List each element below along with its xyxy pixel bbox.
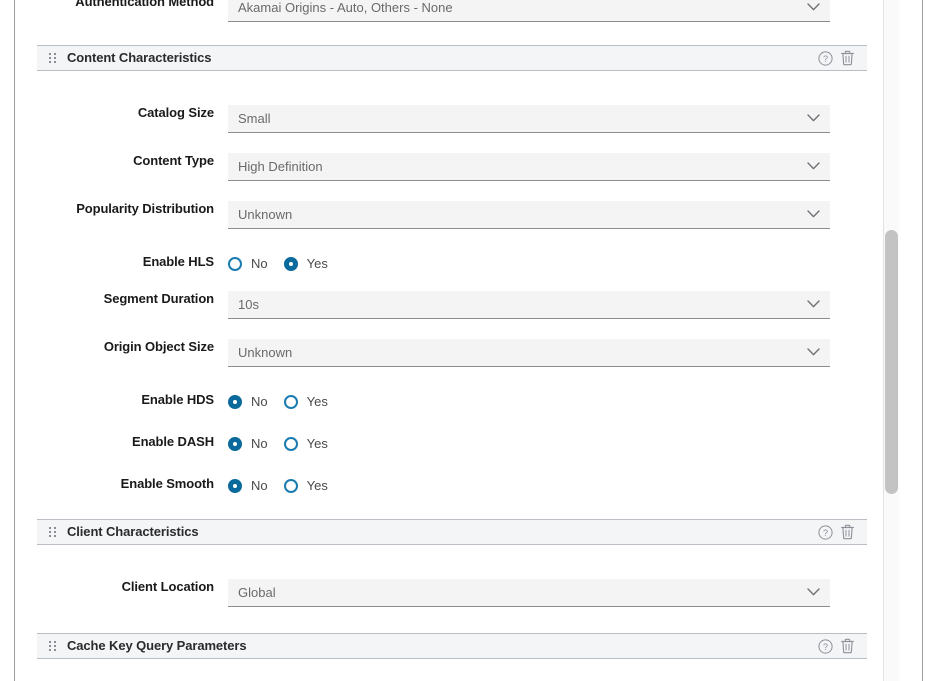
drag-handle-icon[interactable] xyxy=(49,52,57,64)
select-segment-duration[interactable]: 10s xyxy=(228,291,830,319)
chevron-down-icon xyxy=(807,210,820,218)
field-row: Popularity Distribution Unknown xyxy=(15,201,830,229)
field-label: Enable HDS xyxy=(141,392,214,407)
chevron-down-icon xyxy=(807,300,820,308)
radio-button-icon[interactable] xyxy=(283,257,298,271)
field-label: Enable DASH xyxy=(132,434,214,449)
help-circle-icon[interactable]: ? xyxy=(814,47,836,69)
select-catalog-size[interactable]: Small xyxy=(228,105,830,133)
field-label: Client Location xyxy=(121,579,214,594)
radio-group-enable-smooth: No Yes xyxy=(228,477,344,495)
radio-button-icon[interactable] xyxy=(283,479,298,493)
svg-text:?: ? xyxy=(822,528,827,538)
select-value: Akamai Origins - Auto, Others - None xyxy=(238,0,453,15)
radio-button-icon[interactable] xyxy=(228,257,242,271)
radio-option-label: No xyxy=(251,394,268,409)
svg-text:?: ? xyxy=(822,54,827,64)
chevron-down-icon xyxy=(807,114,820,122)
radio-option-no[interactable]: No xyxy=(228,436,268,452)
radio-option-label: Yes xyxy=(306,394,328,409)
drag-handle-icon[interactable] xyxy=(49,640,57,652)
select-value: Unknown xyxy=(238,207,293,222)
settings-form-page: Authentication Method Akamai Origins - Au… xyxy=(0,0,941,681)
section-title: Client Characteristics xyxy=(67,524,199,539)
radio-button-icon[interactable] xyxy=(283,437,298,451)
radio-option-yes[interactable]: Yes xyxy=(283,394,328,410)
section-title: Content Characteristics xyxy=(67,50,212,65)
select-client-location[interactable]: Global xyxy=(228,579,830,607)
field-label: Content Type xyxy=(133,153,214,168)
field-label: Enable HLS xyxy=(142,254,214,269)
field-label: Origin Object Size xyxy=(103,339,214,354)
chevron-down-icon xyxy=(807,588,820,596)
field-label: Segment Duration xyxy=(103,291,214,306)
select-value: High Definition xyxy=(238,159,323,174)
radio-button-icon[interactable] xyxy=(228,437,242,451)
select-content-type[interactable]: High Definition xyxy=(228,153,830,181)
radio-option-yes[interactable]: Yes xyxy=(283,256,328,272)
radio-option-label: No xyxy=(251,256,268,271)
section-actions: ? xyxy=(814,635,858,657)
radio-group-enable-hls: No Yes xyxy=(228,255,344,273)
radio-button-icon[interactable] xyxy=(228,479,242,493)
radio-option-yes[interactable]: Yes xyxy=(283,478,328,494)
form-scroll-viewport[interactable]: Authentication Method Akamai Origins - Au… xyxy=(15,0,882,681)
section-header-content-characteristics[interactable]: Content Characteristics? xyxy=(37,45,867,71)
radio-option-label: Yes xyxy=(306,478,328,493)
field-row: Segment Duration 10s xyxy=(15,291,830,319)
radio-option-no[interactable]: No xyxy=(228,394,268,410)
field-label: Popularity Distribution xyxy=(76,201,214,216)
field-row: Authentication Method Akamai Origins - Au… xyxy=(15,0,830,22)
section-actions: ? xyxy=(814,521,858,543)
radio-option-label: Yes xyxy=(306,436,328,451)
select-origin-object-size[interactable]: Unknown xyxy=(228,339,830,367)
drag-handle-icon[interactable] xyxy=(49,526,57,538)
trash-icon[interactable] xyxy=(836,635,858,657)
field-row: Enable DASH No Yes xyxy=(15,434,344,453)
radio-option-label: No xyxy=(251,436,268,451)
field-label: Catalog Size xyxy=(137,105,214,120)
radio-button-icon[interactable] xyxy=(283,395,298,409)
svg-text:?: ? xyxy=(822,642,827,652)
radio-option-no[interactable]: No xyxy=(228,478,268,494)
help-circle-icon[interactable]: ? xyxy=(814,635,836,657)
section-title: Cache Key Query Parameters xyxy=(67,638,247,653)
section-header-client-characteristics[interactable]: Client Characteristics? xyxy=(37,519,867,545)
help-circle-icon[interactable]: ? xyxy=(814,521,836,543)
section-actions: ? xyxy=(814,47,858,69)
select-authentication-method[interactable]: Akamai Origins - Auto, Others - None xyxy=(228,0,830,22)
trash-icon[interactable] xyxy=(836,47,858,69)
radio-option-yes[interactable]: Yes xyxy=(283,436,328,452)
vertical-scrollbar-thumb[interactable] xyxy=(885,230,898,494)
chevron-down-icon xyxy=(807,162,820,170)
field-label: Enable Smooth xyxy=(120,476,214,491)
form-content: Authentication Method Akamai Origins - Au… xyxy=(15,0,882,681)
field-label: Authentication Method xyxy=(75,0,214,9)
radio-option-label: Yes xyxy=(306,256,328,271)
select-value: Unknown xyxy=(238,345,293,360)
select-value: Small xyxy=(238,111,271,126)
section-header-cache-key-query-parameters[interactable]: Cache Key Query Parameters? xyxy=(37,633,867,659)
field-row: Enable HLS No Yes xyxy=(15,254,344,273)
field-row: Client Location Global xyxy=(15,579,830,607)
radio-option-no[interactable]: No xyxy=(228,256,268,272)
trash-icon[interactable] xyxy=(836,521,858,543)
field-row: Enable Smooth No Yes xyxy=(15,476,344,495)
chevron-down-icon xyxy=(807,3,820,11)
field-row: Content Type High Definition xyxy=(15,153,830,181)
select-value: 10s xyxy=(238,297,259,312)
radio-group-enable-hds: No Yes xyxy=(228,393,344,411)
select-popularity-distribution[interactable]: Unknown xyxy=(228,201,830,229)
field-row: Catalog Size Small xyxy=(15,105,830,133)
radio-button-icon[interactable] xyxy=(228,395,242,409)
select-value: Global xyxy=(238,585,276,600)
field-row: Enable HDS No Yes xyxy=(15,392,344,411)
chevron-down-icon xyxy=(807,348,820,356)
page-right-margin xyxy=(923,0,941,681)
radio-option-label: No xyxy=(251,478,268,493)
radio-group-enable-dash: No Yes xyxy=(228,435,344,453)
field-row: Origin Object Size Unknown xyxy=(15,339,830,367)
